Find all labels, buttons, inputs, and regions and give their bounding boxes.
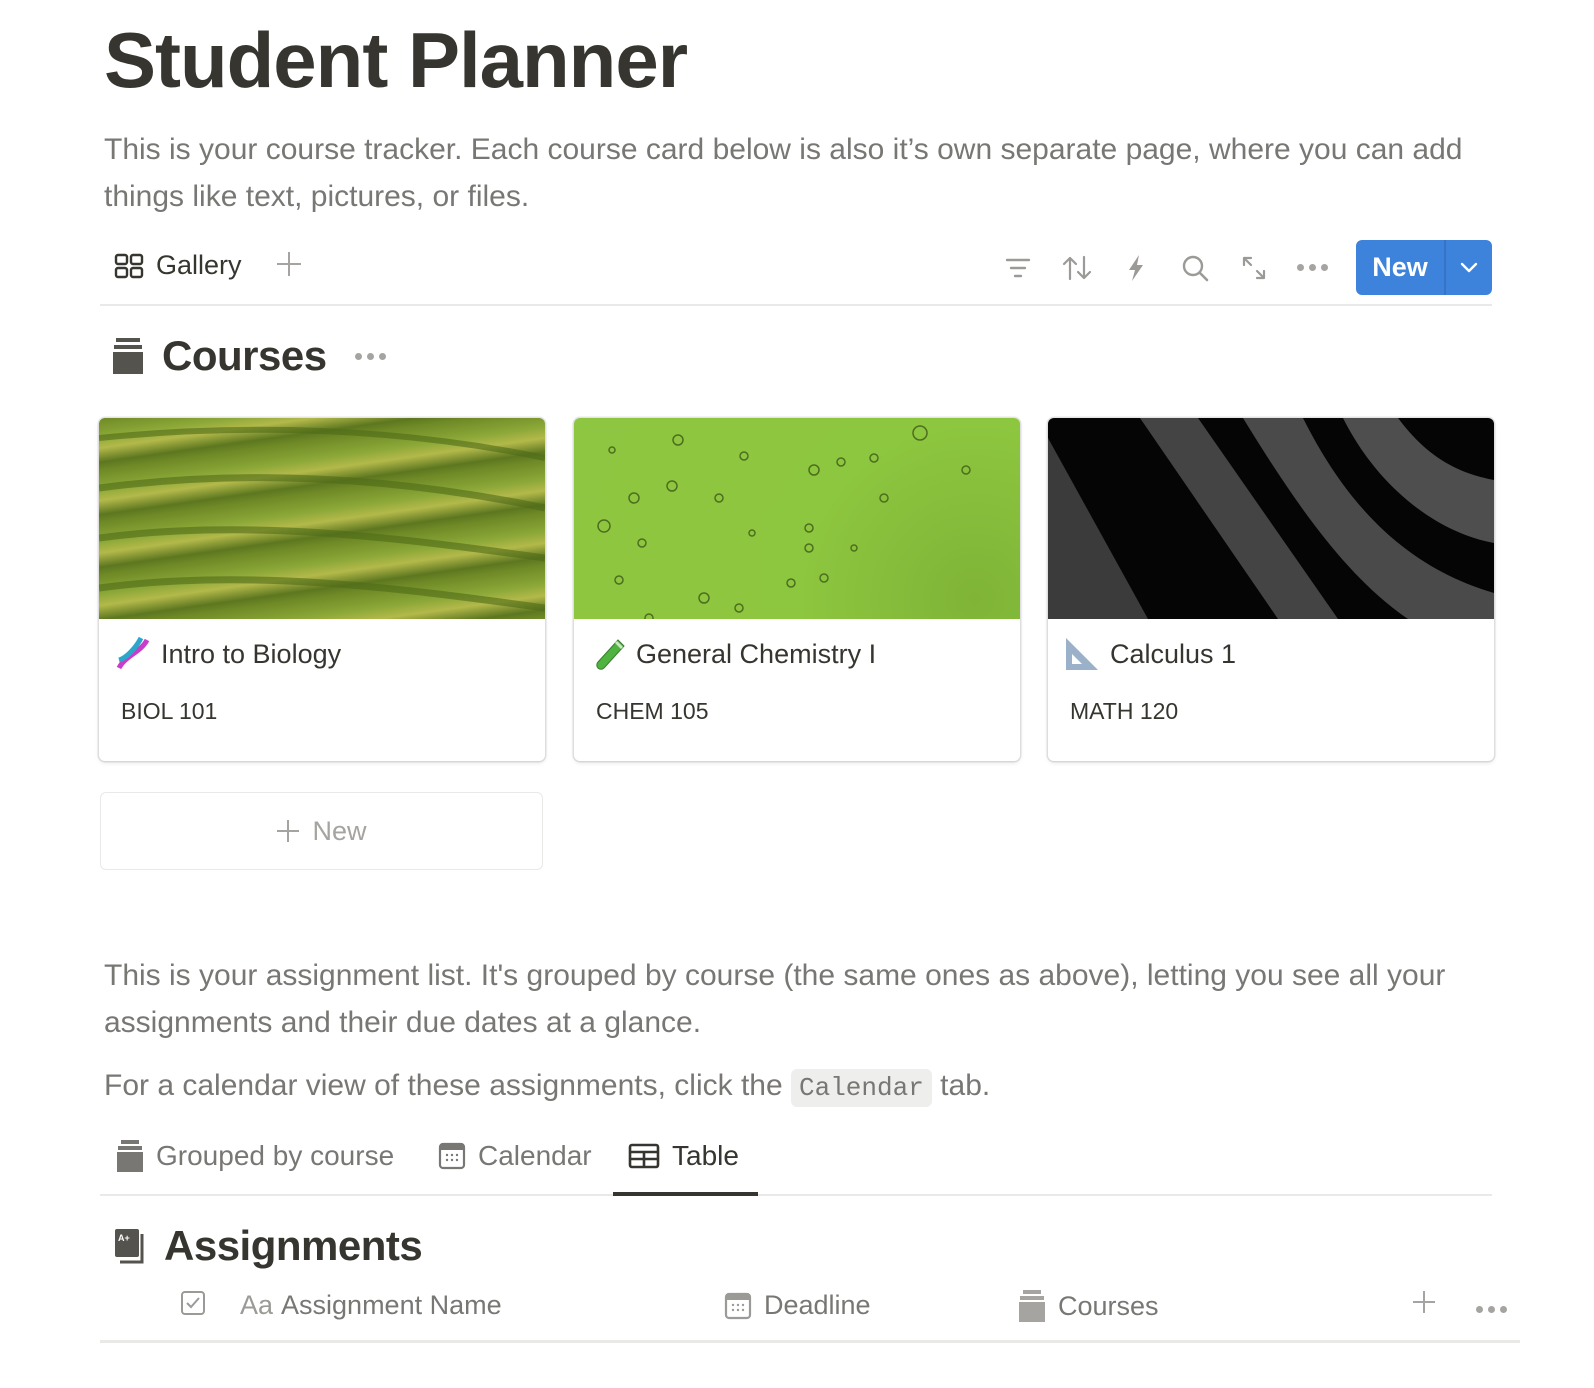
card-cover-image [574,418,1020,619]
calendar-inline-code: Calendar [791,1069,932,1107]
assignments-heading: A+ Assignments [114,1222,423,1270]
new-button[interactable]: New [1356,240,1446,295]
gallery-icon [114,253,144,278]
calendar-hint-text-end: tab. [940,1069,991,1102]
card-course-code: CHEM 105 [596,698,709,724]
add-column-button[interactable] [1412,1290,1436,1314]
automation-bolt-icon [1128,254,1143,281]
page-intro: This is your course tracker. Each course… [104,133,1463,213]
tab-label: Calendar [478,1140,592,1171]
calendar-icon [438,1142,466,1170]
column-label: Courses [1058,1290,1159,1321]
column-header-assignment-name[interactable]: Aa Assignment Name [240,1290,502,1321]
add-new-label: New [312,815,367,846]
column-header-deadline[interactable]: Deadline [724,1290,871,1321]
tab-label: Table [672,1140,739,1171]
expand-icon [1242,256,1265,279]
calendar-hint: For a calendar view of these assignments… [104,1062,1504,1112]
toolbar: New [988,240,1492,295]
more-icon [1297,264,1328,271]
column-label: Assignment Name [281,1290,502,1320]
card-title-text: Intro to Biology [161,638,342,669]
tab-calendar[interactable]: Calendar [438,1140,592,1172]
active-tab-indicator [613,1192,758,1196]
new-button-group: New [1356,240,1492,295]
add-new-card-button[interactable]: New [100,792,543,870]
course-card-biology[interactable]: Intro to Biology BIOL 101 [99,418,545,761]
cabinet-icon [113,338,143,374]
triangular-ruler-icon [1064,636,1100,672]
expand-button[interactable] [1224,241,1283,295]
course-card-chemistry[interactable]: General Chemistry I CHEM 105 [574,418,1020,761]
assignment-view-tabs: Grouped by course Calendar Table [100,1126,1492,1196]
card-course-code: BIOL 101 [121,698,218,724]
page-title: Student Planner [104,16,688,104]
table-header-divider [100,1340,1520,1343]
card-title-text: General Chemistry I [636,638,877,669]
automation-button[interactable] [1106,241,1165,295]
column-header-checkbox[interactable] [180,1290,206,1316]
search-icon [1182,255,1208,281]
card-course-code: MATH 120 [1070,698,1179,724]
tab-label: Grouped by course [156,1140,395,1171]
grade-book-icon: A+ [115,1229,144,1264]
add-view-button[interactable] [276,248,302,284]
text-aa-icon: Aa [240,1290,274,1320]
card-title: Calculus 1 [1064,636,1236,672]
new-dropdown-button[interactable] [1446,240,1492,295]
more-options-button[interactable] [1283,241,1342,295]
courses-heading: Courses [112,332,386,380]
courses-title[interactable]: Courses [162,332,327,380]
tab-table[interactable]: Table [628,1140,739,1172]
course-card-calculus[interactable]: Calculus 1 MATH 120 [1048,418,1494,761]
view-bar: Gallery New [100,236,1492,306]
test-tube-icon [590,636,626,672]
chevron-down-icon [1460,262,1478,272]
card-title: General Chemistry I [590,636,876,672]
view-tab-gallery[interactable]: Gallery [114,250,242,281]
plus-icon [277,820,300,842]
assignments-title[interactable]: Assignments [164,1222,423,1270]
dna-icon [115,636,151,672]
checkbox-icon [181,1291,205,1315]
plus-icon [277,252,301,276]
search-button[interactable] [1165,241,1224,295]
card-title-text: Calculus 1 [1110,638,1237,669]
assignments-intro: This is your assignment list. It's group… [104,959,1446,1039]
card-cover-image [99,418,545,619]
calendar-hint-text: For a calendar view of these assignments… [104,1069,783,1102]
svg-text:A+: A+ [118,1233,130,1243]
column-label: Deadline [764,1290,871,1320]
table-more-button[interactable] [1476,1306,1507,1313]
plus-icon [1413,1291,1435,1313]
sort-button[interactable] [1047,241,1106,295]
sort-icon [1062,255,1091,280]
card-cover-image [1048,418,1494,619]
column-header-courses[interactable]: Courses [1018,1290,1159,1322]
calendar-icon [724,1292,752,1319]
card-title: Intro to Biology [115,636,341,672]
filter-icon [1005,258,1030,277]
cabinet-icon [1019,1290,1045,1322]
more-icon [1476,1306,1507,1313]
cabinet-icon [117,1140,143,1172]
tab-grouped-by-course[interactable]: Grouped by course [116,1140,394,1172]
table-icon [628,1143,660,1169]
view-tab-label: Gallery [156,250,242,280]
filter-button[interactable] [988,241,1047,295]
courses-more-button[interactable] [354,352,386,360]
